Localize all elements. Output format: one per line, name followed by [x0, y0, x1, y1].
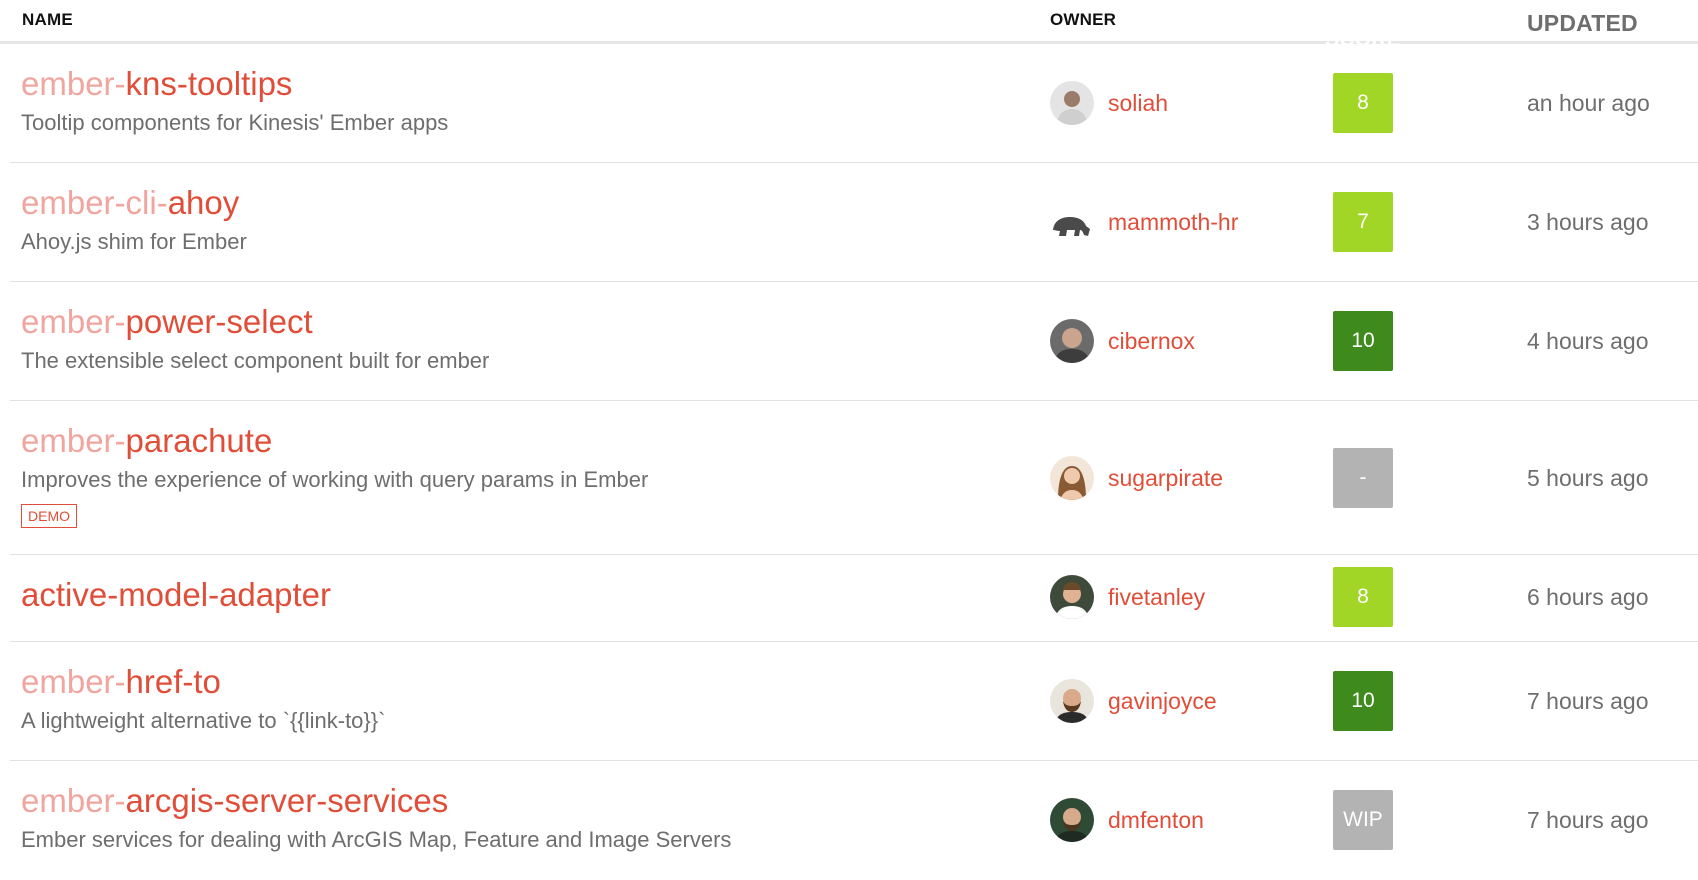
- owner-link[interactable]: mammoth-hr: [1108, 209, 1238, 236]
- table-header: NAME OWNER SCORE UPDATED: [0, 0, 1698, 51]
- score-badge[interactable]: -: [1333, 448, 1393, 508]
- package-description: The extensible select component built fo…: [21, 348, 490, 373]
- header-updated[interactable]: UPDATED: [1527, 10, 1638, 37]
- owner-link[interactable]: fivetanley: [1108, 584, 1205, 611]
- score-badge[interactable]: 8: [1333, 567, 1393, 627]
- header-owner[interactable]: OWNER: [1050, 10, 1116, 30]
- owner-link[interactable]: dmfenton: [1108, 807, 1204, 834]
- package-description: Improves the experience of working with …: [21, 467, 649, 492]
- package-name-link[interactable]: active-model-adapter: [21, 575, 331, 615]
- owner: fivetanley: [1050, 575, 1205, 619]
- table-row: active-model-adapter fivetanley 8 6 hour…: [10, 555, 1698, 642]
- table-row: ember-kns-tooltips Tooltip components fo…: [10, 44, 1698, 163]
- package-name-link[interactable]: ember-power-select: [21, 302, 313, 342]
- score-badge[interactable]: 10: [1333, 671, 1393, 731]
- table-row: ember-arcgis-server-services Ember servi…: [10, 761, 1698, 880]
- owner: sugarpirate: [1050, 456, 1223, 500]
- updated-time: 7 hours ago: [1527, 807, 1649, 833]
- table-row: ember-power-select The extensible select…: [10, 282, 1698, 401]
- package-name-link[interactable]: ember-parachute: [21, 421, 272, 461]
- mammoth-logo-icon[interactable]: [1050, 200, 1094, 244]
- updated-time: an hour ago: [1527, 90, 1650, 116]
- avatar[interactable]: [1050, 575, 1094, 619]
- avatar[interactable]: [1050, 319, 1094, 363]
- score-badge[interactable]: 7: [1333, 192, 1393, 252]
- owner-link[interactable]: cibernox: [1108, 328, 1195, 355]
- header-name[interactable]: NAME: [22, 10, 73, 30]
- table-row: ember-href-to A lightweight alternative …: [10, 642, 1698, 761]
- package-name-link[interactable]: ember-cli-ahoy: [21, 183, 239, 223]
- owner: dmfenton: [1050, 798, 1204, 842]
- updated-time: 3 hours ago: [1527, 209, 1649, 235]
- updated-time: 6 hours ago: [1527, 584, 1649, 610]
- table-row: ember-parachute Improves the experience …: [10, 401, 1698, 555]
- owner: cibernox: [1050, 319, 1195, 363]
- owner-link[interactable]: gavinjoyce: [1108, 688, 1217, 715]
- package-name-link[interactable]: ember-kns-tooltips: [21, 64, 292, 104]
- package-description: A lightweight alternative to `{{link-to}…: [21, 708, 386, 733]
- avatar[interactable]: [1050, 81, 1094, 125]
- score-badge[interactable]: WIP: [1333, 790, 1393, 850]
- package-description: Tooltip components for Kinesis' Ember ap…: [21, 110, 449, 135]
- package-name-link[interactable]: ember-arcgis-server-services: [21, 781, 448, 821]
- avatar[interactable]: [1050, 456, 1094, 500]
- owner: mammoth-hr: [1050, 200, 1238, 244]
- package-description: Ember services for dealing with ArcGIS M…: [21, 827, 732, 852]
- table-row: ember-cli-ahoy Ahoy.js shim for Ember ma…: [10, 163, 1698, 282]
- updated-time: 5 hours ago: [1527, 465, 1649, 491]
- updated-time: 7 hours ago: [1527, 688, 1649, 714]
- owner: soliah: [1050, 81, 1168, 125]
- demo-link[interactable]: DEMO: [21, 504, 77, 528]
- score-badge[interactable]: 10: [1333, 311, 1393, 371]
- package-description: Ahoy.js shim for Ember: [21, 229, 247, 254]
- avatar[interactable]: [1050, 679, 1094, 723]
- owner-link[interactable]: soliah: [1108, 90, 1168, 117]
- package-name-link[interactable]: ember-href-to: [21, 662, 221, 702]
- avatar[interactable]: [1050, 798, 1094, 842]
- addons-table: NAME OWNER SCORE UPDATED ember-kns-toolt…: [0, 0, 1698, 880]
- score-badge[interactable]: 8: [1333, 73, 1393, 133]
- updated-time: 4 hours ago: [1527, 328, 1649, 354]
- owner: gavinjoyce: [1050, 679, 1217, 723]
- owner-link[interactable]: sugarpirate: [1108, 465, 1223, 492]
